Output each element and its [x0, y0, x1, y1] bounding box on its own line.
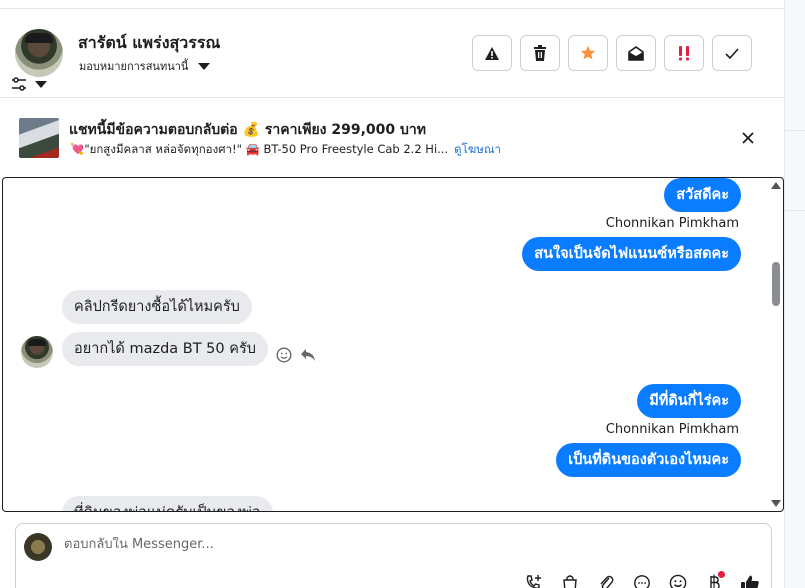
panel-divider [785, 130, 805, 131]
attach-button[interactable] [594, 571, 618, 588]
ad-subtitle-row: 💘"ยกสูงมีคลาส หล่อจัดทุกองศา!" 🚘 BT-50 P… [70, 141, 501, 159]
emoji-icon [669, 574, 687, 588]
star-button[interactable] [568, 35, 608, 71]
paperclip-icon [600, 575, 614, 588]
sender-name: Chonnikan Pimkham [605, 216, 739, 231]
priority-icon [679, 46, 689, 61]
envelope-open-icon [628, 45, 644, 61]
thread-scrollbar[interactable] [769, 178, 783, 511]
assign-conversation-dropdown[interactable]: มอบหมายการสนทนานี้ [79, 57, 211, 75]
mark-done-button[interactable] [712, 35, 752, 71]
payment-button[interactable] [702, 571, 726, 588]
trash-icon [534, 45, 546, 61]
reply-input[interactable] [64, 537, 664, 552]
filter-dropdown[interactable] [11, 77, 47, 91]
close-banner-button[interactable] [737, 127, 759, 149]
right-side-panel [785, 0, 805, 588]
call-button[interactable] [522, 571, 546, 588]
panel-divider [785, 210, 805, 211]
assign-label: มอบหมายการสนทนานี้ [79, 60, 189, 73]
composer-toolbar [522, 571, 762, 588]
saved-replies-button[interactable] [630, 571, 654, 588]
chevron-down-icon [35, 80, 47, 88]
chat-bubble-icon [634, 575, 650, 588]
like-button[interactable] [738, 571, 762, 588]
outgoing-message[interactable]: สนใจเป็นจัดไฟแนนซ์หรือสดคะ [522, 237, 741, 271]
contact-avatar-small [21, 336, 53, 368]
warning-icon [485, 46, 499, 60]
thumbs-up-icon [741, 575, 759, 588]
ad-thumbnail[interactable] [19, 118, 59, 158]
shop-button[interactable] [558, 571, 582, 588]
ad-subtitle: 💘"ยกสูงมีคลาส หล่อจัดทุกองศา!" 🚘 BT-50 P… [70, 142, 449, 156]
message-actions [276, 347, 316, 363]
view-ad-link[interactable]: ดูโฆษณา [454, 141, 501, 159]
outgoing-message[interactable]: มีที่ดินกี่ไร่คะ [637, 384, 741, 418]
check-icon [725, 47, 739, 59]
mark-unread-button[interactable] [616, 35, 656, 71]
delete-button[interactable] [520, 35, 560, 71]
ad-reply-banner: แชทนี้มีข้อความตอบกลับต่อ 💰 ราคาเพียง 29… [0, 98, 784, 174]
sliders-icon [12, 77, 26, 91]
mark-spam-button[interactable] [472, 35, 512, 71]
scroll-up-arrow-icon[interactable] [771, 182, 781, 189]
page-avatar [24, 533, 52, 561]
message-composer [15, 523, 772, 588]
outgoing-message[interactable]: สวัสดีคะ [664, 178, 741, 212]
conversation-toolbar [472, 35, 752, 71]
star-icon [580, 45, 596, 60]
emoji-button[interactable] [666, 571, 690, 588]
conversation-header: สารัตน์ แพร่งสุวรรณ มอบหมายการสนทนานี้ [0, 9, 784, 97]
reply-icon[interactable] [300, 348, 316, 362]
close-icon [742, 132, 754, 144]
priority-button[interactable] [664, 35, 704, 71]
message-thread[interactable]: สวัสดีคะ Chonnikan Pimkham สนใจเป็นจัดไฟ… [2, 177, 784, 512]
scroll-down-arrow-icon[interactable] [771, 500, 781, 507]
contact-avatar[interactable] [15, 29, 63, 77]
notification-dot [718, 571, 725, 578]
shopping-bag-icon [563, 575, 577, 588]
chevron-down-icon [198, 62, 211, 70]
incoming-message[interactable]: อยากได้ mazda BT 50 ครับ [62, 332, 268, 366]
incoming-message[interactable]: คลิปกรีดยางซื้อได้ไหมครับ [62, 290, 252, 324]
incoming-message[interactable]: ที่ดินของพ่อแม่ครับเป็นของพ่อ [62, 496, 273, 511]
contact-name[interactable]: สารัตน์ แพร่งสุวรรณ [78, 31, 220, 56]
phone-plus-icon [526, 575, 541, 588]
scroll-thumb[interactable] [772, 262, 780, 306]
sender-name: Chonnikan Pimkham [605, 422, 739, 437]
ad-title: แชทนี้มีข้อความตอบกลับต่อ 💰 ราคาเพียง 29… [69, 122, 427, 138]
outgoing-message[interactable]: เป็นที่ดินของตัวเองไหมคะ [556, 443, 741, 477]
react-emoji-icon[interactable] [276, 347, 292, 363]
